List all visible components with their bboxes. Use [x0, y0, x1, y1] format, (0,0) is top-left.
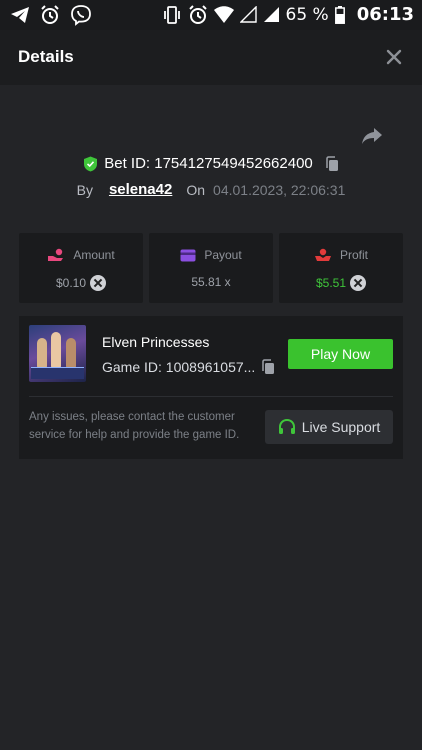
telegram-icon — [11, 7, 29, 23]
card-icon — [180, 249, 196, 261]
copy-icon[interactable] — [261, 359, 275, 375]
bet-id-row: Bet ID: 1754127549452662400 — [0, 155, 422, 172]
game-id: Game ID: 1008961057... — [102, 359, 256, 375]
details-header: Details — [0, 30, 422, 85]
shield-check-icon — [84, 156, 98, 171]
viber-icon — [71, 5, 91, 26]
signal-icon — [263, 7, 279, 22]
close-icon[interactable] — [384, 47, 404, 67]
share-icon[interactable] — [360, 124, 384, 148]
clock: 06:13 — [356, 4, 414, 25]
game-thumbnail[interactable] — [29, 325, 86, 382]
amount-value: $0.10 — [55, 276, 87, 290]
stat-card-amount: Amount $0.10 — [19, 233, 143, 303]
live-support-label: Live Support — [301, 419, 381, 435]
alarm-icon — [41, 5, 59, 24]
wifi-icon — [213, 5, 234, 23]
on-label: On — [186, 181, 206, 198]
profit-value: $5.51 — [315, 276, 347, 290]
play-now-button[interactable]: Play Now — [288, 339, 393, 369]
headset-icon — [278, 418, 295, 434]
status-left-icons — [10, 4, 92, 26]
stat-card-payout: Payout 55.81 x — [149, 233, 273, 303]
status-right-icons: 65 % 06:13 — [162, 4, 414, 25]
bet-id: Bet ID: 1754127549452662400 — [104, 155, 313, 172]
signal-empty-icon — [239, 6, 257, 23]
payout-label: Payout — [204, 248, 242, 262]
currency-coin-icon — [350, 275, 367, 291]
live-support-button[interactable]: Live Support — [265, 410, 393, 444]
bet-byline: By selena42 On 04.01.2023, 22:06:31 — [0, 181, 422, 198]
vibrate-icon — [163, 5, 180, 24]
amount-label: Amount — [73, 248, 115, 262]
game-panel: Elven Princesses Game ID: 1008961057... … — [19, 316, 403, 459]
hand-coins-icon — [48, 248, 64, 261]
support-text: Any issues, please contact the customer … — [29, 411, 240, 441]
profit-hand-icon — [314, 248, 331, 261]
battery-percent: 65 % — [285, 4, 329, 25]
username-link[interactable]: selena42 — [109, 181, 172, 198]
divider — [29, 396, 393, 397]
payout-value: 55.81 x — [191, 275, 231, 289]
game-title: Elven Princesses — [102, 334, 210, 350]
by-label: By — [76, 181, 93, 198]
alarm-icon — [188, 4, 207, 24]
status-bar: 65 % 06:13 — [0, 0, 422, 30]
page-title: Details — [18, 47, 74, 66]
bet-date: 04.01.2023, 22:06:31 — [213, 181, 346, 198]
battery-icon — [334, 5, 345, 24]
stat-card-profit: Profit $5.51 — [279, 233, 403, 303]
profit-label: Profit — [339, 248, 368, 262]
copy-icon[interactable] — [325, 155, 339, 172]
currency-coin-icon — [90, 275, 107, 291]
